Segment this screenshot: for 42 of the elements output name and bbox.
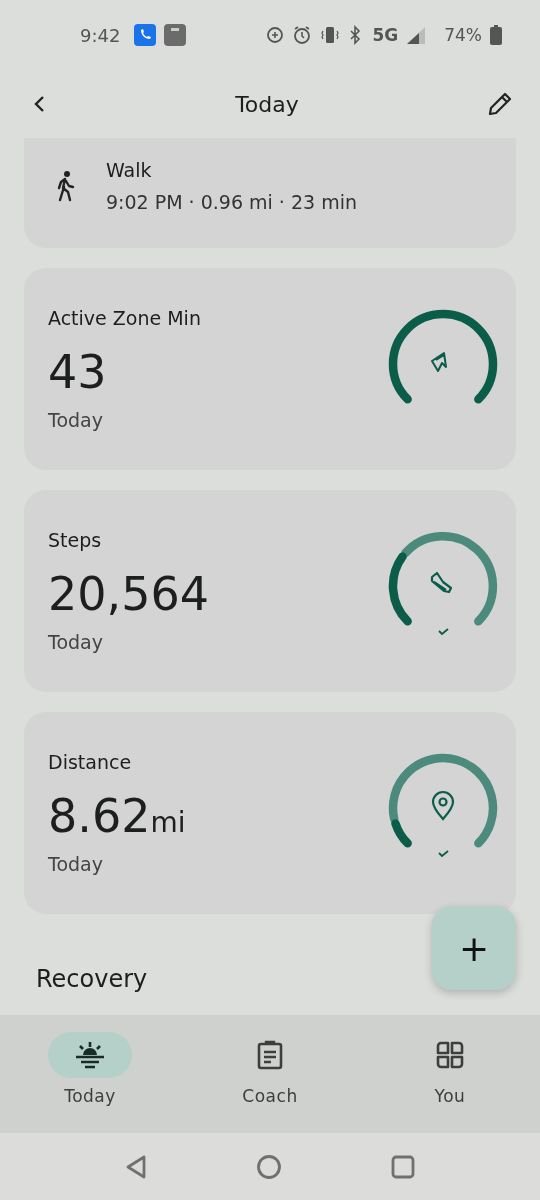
triangle-back-icon [124, 1153, 148, 1180]
scale-icon [164, 24, 187, 46]
circle-home-icon [256, 1153, 282, 1180]
metric-card[interactable]: Steps 20,564 Today [24, 490, 516, 692]
shoe-icon [430, 571, 453, 594]
metric-card[interactable]: Active Zone Min 43 Today [24, 268, 516, 470]
alarm-icon [292, 25, 313, 45]
metric-card[interactable]: Distance 8.62 mi Today [24, 712, 516, 914]
walk-card[interactable]: Walk 9:02 PM · 0.96 mi · 23 min [24, 138, 516, 248]
data-saver-icon [266, 26, 285, 44]
grid-icon [435, 1040, 465, 1070]
metric-period: Today [48, 630, 104, 653]
activity-details: 9:02 PM · 0.96 mi · 23 min [106, 191, 357, 213]
battery-icon [490, 25, 502, 45]
vibrate-icon [320, 25, 341, 45]
activity-title: Walk [106, 159, 153, 181]
nav-tab[interactable]: Coach [180, 1015, 360, 1133]
metric-value: 8.62 mi [48, 789, 186, 845]
page-title: Today [235, 91, 299, 117]
section-heading: Recovery [35, 965, 149, 993]
nav-tab[interactable]: You [360, 1015, 540, 1133]
signal-icon [406, 26, 427, 44]
metric-title: Steps [48, 529, 103, 552]
metric-value: 20,564 [48, 567, 209, 623]
battery-level: 74% [444, 25, 482, 45]
location-pin-icon [431, 790, 455, 821]
metric-title: Active Zone Min [48, 307, 201, 330]
zone-arrows-icon [431, 352, 447, 372]
nav-tab[interactable]: Today [0, 1015, 180, 1133]
sunrise-icon [74, 1041, 106, 1069]
metric-value: 43 [48, 345, 108, 401]
add-button[interactable]: + [432, 906, 516, 990]
status-time: 9:42 [80, 24, 121, 46]
clipboard-icon [256, 1040, 284, 1070]
pencil-icon [486, 90, 514, 118]
metric-period: Today [48, 852, 104, 875]
phone-icon [134, 24, 157, 46]
network-label: 5G [372, 25, 399, 45]
metric-period: Today [48, 408, 104, 431]
bluetooth-icon [348, 25, 363, 45]
metric-title: Distance [48, 751, 133, 774]
square-recents-icon [390, 1153, 416, 1180]
